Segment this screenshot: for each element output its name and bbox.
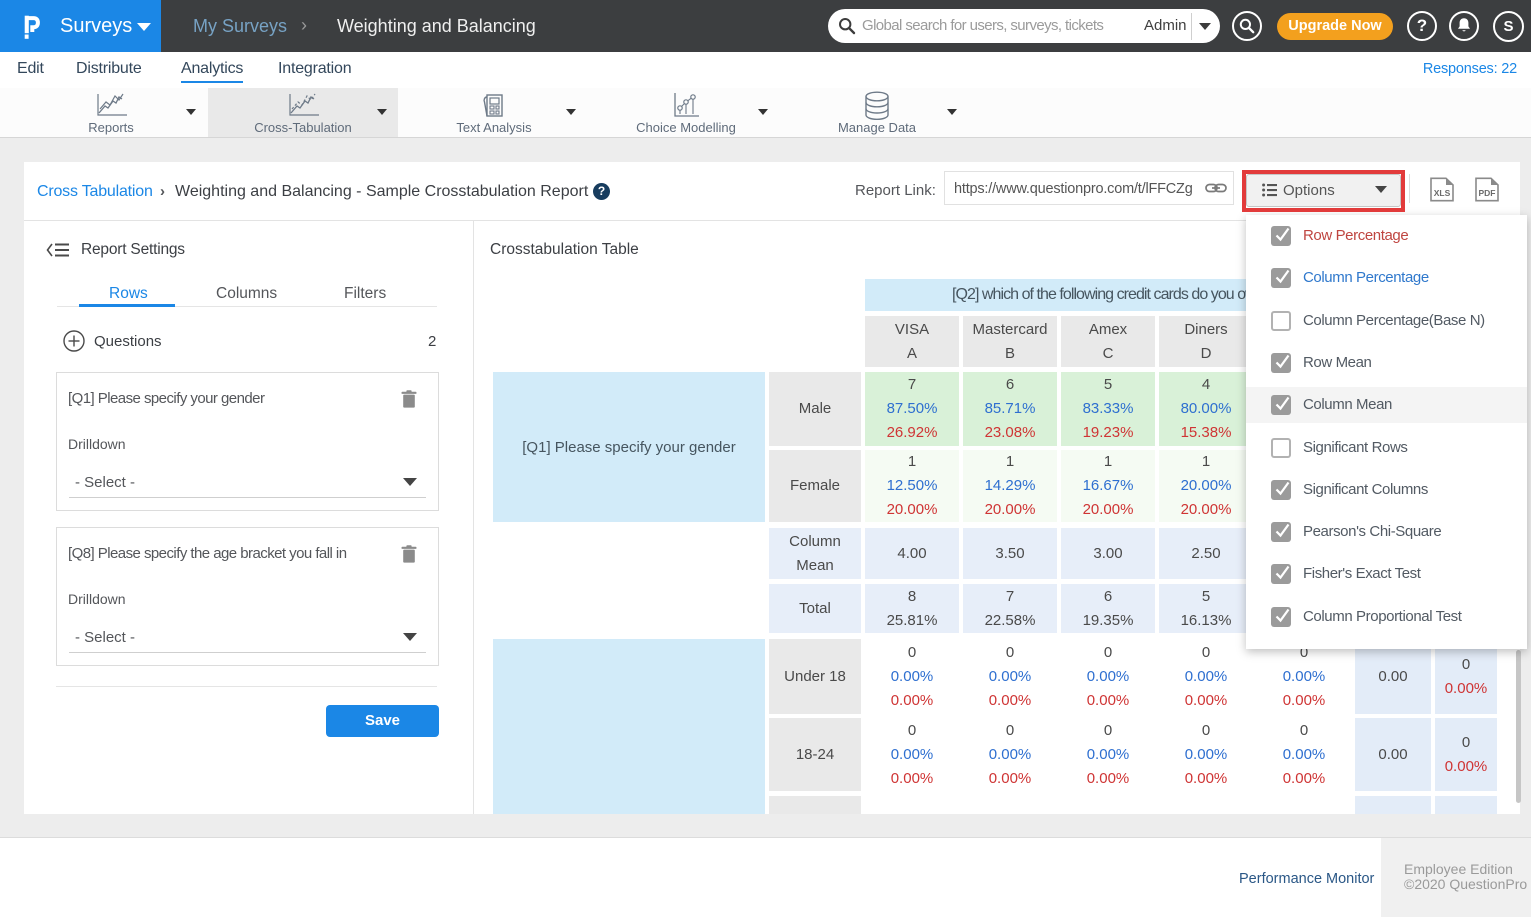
svg-text:PDF: PDF — [1479, 188, 1496, 198]
svg-text:XLS: XLS — [1434, 188, 1451, 198]
